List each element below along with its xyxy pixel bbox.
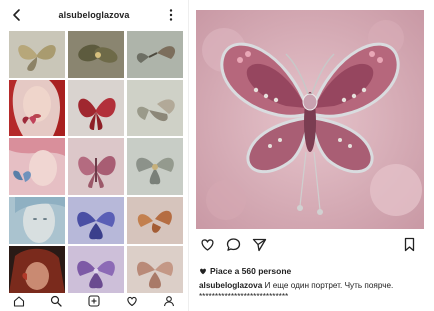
heart-icon[interactable] <box>200 237 215 252</box>
profile-header: alsubeloglazova <box>0 0 188 30</box>
grid-photo-tile[interactable] <box>68 138 124 195</box>
portrait-image <box>9 197 65 244</box>
more-options-icon[interactable] <box>166 8 176 22</box>
grid-photo-tile[interactable] <box>127 197 183 244</box>
butterfly-brooch-image <box>68 197 124 244</box>
grid-photo-tile[interactable] <box>9 246 65 293</box>
comment-icon[interactable] <box>226 237 241 252</box>
butterfly-brooch-image <box>9 31 65 78</box>
butterfly-brooch-image <box>127 138 183 195</box>
grid-photo-tile[interactable] <box>127 80 183 136</box>
photo-grid <box>9 31 183 293</box>
grid-photo-tile[interactable] <box>127 138 183 195</box>
likes-heart-icon <box>200 268 206 275</box>
butterfly-brooch-image <box>127 246 183 293</box>
butterfly-brooch-image <box>68 246 124 293</box>
butterfly-brooch-image <box>68 31 124 78</box>
portrait-with-butterfly-image <box>9 138 65 195</box>
post-panel: Piace a 560 persone alsubeloglazova И ещ… <box>196 0 434 311</box>
search-icon[interactable] <box>50 295 63 307</box>
grid-photo-tile[interactable] <box>9 80 65 136</box>
portrait-with-butterfly-image <box>9 80 65 136</box>
likes-text: Piace a 560 persone <box>210 266 292 276</box>
grid-photo-tile[interactable] <box>68 31 124 78</box>
grid-photo-tile[interactable] <box>68 80 124 136</box>
likes-count[interactable]: Piace a 560 persone <box>199 266 291 276</box>
post-photo[interactable] <box>196 10 424 229</box>
add-post-icon[interactable] <box>88 295 100 307</box>
profile-panel: alsubeloglazova <box>0 0 189 311</box>
portrait-image <box>9 246 65 293</box>
bottom-navigation <box>0 291 188 311</box>
butterfly-brooch-image <box>68 80 124 136</box>
grid-photo-tile[interactable] <box>127 31 183 78</box>
grid-photo-tile[interactable] <box>9 138 65 195</box>
caption-username[interactable]: alsubeloglazova <box>199 281 262 290</box>
butterfly-brooch-image <box>127 197 183 244</box>
profile-icon[interactable] <box>163 295 175 307</box>
embroidered-butterfly-brooch-image <box>196 10 424 229</box>
bookmark-icon[interactable] <box>402 237 417 252</box>
butterfly-brooch-image <box>127 80 183 136</box>
share-icon[interactable] <box>252 237 267 252</box>
heart-icon[interactable] <box>126 295 138 307</box>
grid-photo-tile[interactable] <box>68 197 124 244</box>
post-actions <box>196 236 424 254</box>
home-icon[interactable] <box>13 295 25 307</box>
profile-username: alsubeloglazova <box>58 10 130 20</box>
grid-photo-tile[interactable] <box>9 31 65 78</box>
grid-photo-tile[interactable] <box>68 246 124 293</box>
butterfly-brooch-image <box>68 138 124 195</box>
grid-photo-tile[interactable] <box>9 197 65 244</box>
post-caption: alsubeloglazova И еще один портрет. Чуть… <box>199 280 427 302</box>
grid-photo-tile[interactable] <box>127 246 183 293</box>
butterfly-brooch-image <box>127 31 183 78</box>
